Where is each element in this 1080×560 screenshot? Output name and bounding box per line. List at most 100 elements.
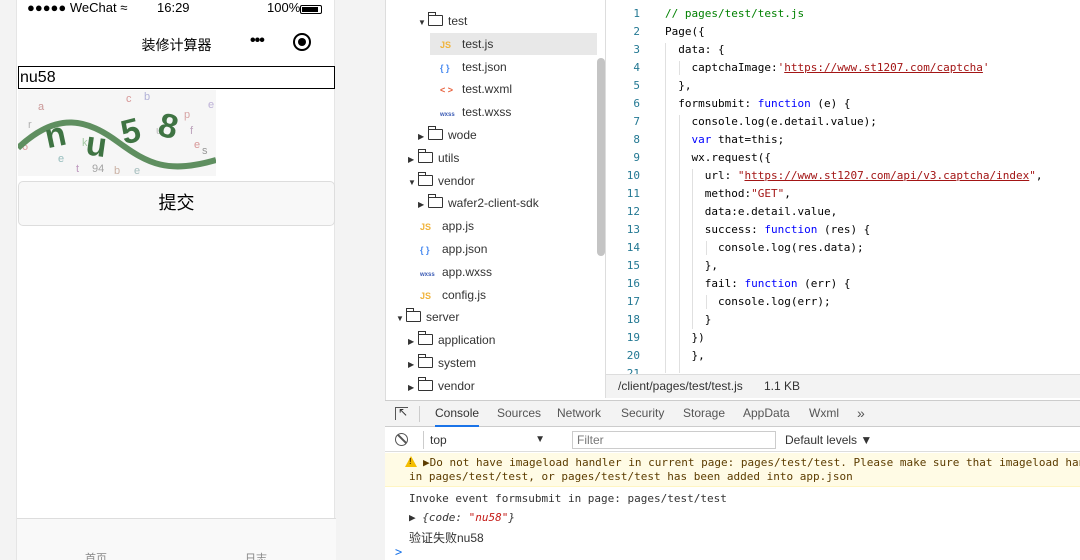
more-tabs-icon[interactable]: »	[857, 401, 865, 427]
tree-label: wafer2-client-sdk	[448, 196, 539, 210]
battery-level: 100%	[267, 0, 301, 15]
carrier-label: ●●●●● WeChat ≈	[27, 0, 128, 15]
tree-folder-utils[interactable]: ▶ utils	[408, 147, 459, 169]
tree-label: test	[448, 14, 468, 28]
code-line[interactable]: console.log(err);	[665, 295, 831, 313]
tree-folder-server[interactable]: ▼ server	[396, 306, 459, 328]
devtools-panel: Console Sources Network Security Storage…	[385, 400, 1080, 560]
tab-security[interactable]: Security	[621, 401, 664, 427]
tab-home[interactable]: 首页	[85, 550, 107, 560]
context-select[interactable]: top ▼	[423, 431, 549, 449]
clear-console-icon[interactable]	[395, 433, 408, 446]
tree-file-app-js[interactable]: JS app.js	[420, 215, 474, 237]
code-line[interactable]: },	[665, 349, 704, 367]
tab-wxml[interactable]: Wxml	[809, 401, 839, 427]
caret-right-icon: ▶	[408, 383, 415, 392]
svg-text:e: e	[194, 139, 200, 151]
code-line[interactable]: },	[665, 259, 718, 277]
tree-label: test.wxss	[462, 105, 512, 119]
tree-file-app-json[interactable]: { } app.json	[420, 238, 487, 260]
code-line[interactable]: Page({	[665, 25, 705, 43]
inspect-element-icon[interactable]	[395, 405, 408, 420]
file-size: 1.1 KB	[764, 379, 801, 393]
more-icon[interactable]: •••	[250, 32, 265, 50]
warning-text[interactable]: ▶Do not have imageload handler in curren…	[423, 456, 1080, 469]
console-prompt[interactable]: >	[395, 545, 402, 559]
tab-network[interactable]: Network	[557, 401, 601, 427]
console-toolbar: top ▼ Filter Default levels ▼	[385, 428, 1080, 452]
code-line[interactable]: var that=this;	[665, 133, 785, 151]
warning-text-cont: in pages/test/test, or pages/test/test h…	[409, 470, 853, 483]
tab-appdata[interactable]: AppData	[743, 401, 790, 427]
code-line[interactable]: success: function (res) {	[665, 223, 871, 241]
tree-label: config.js	[442, 288, 487, 302]
tree-file-config-js[interactable]: JS config.js	[420, 284, 486, 306]
code-line[interactable]: url: "https://www.st1207.com/api/v3.capt…	[665, 169, 1043, 187]
tree-folder-application[interactable]: ▶ application	[408, 329, 495, 351]
console-object[interactable]: ▶ {code: "nu58"}	[409, 511, 515, 524]
line-number: 5	[633, 79, 640, 92]
tree-scrollbar[interactable]	[597, 58, 605, 256]
tree-file-test-js[interactable]: JS test.js	[430, 33, 597, 55]
tree-folder-vendor[interactable]: ▼ vendor	[408, 170, 475, 192]
code-line[interactable]: console.log(e.detail.value);	[665, 115, 876, 133]
tree-folder-wafer2[interactable]: ▶ wafer2-client-sdk	[418, 192, 539, 214]
tree-file-test-wxml[interactable]: < > test.wxml	[440, 78, 512, 100]
tab-log[interactable]: 日志	[245, 550, 267, 560]
caret-down-icon: ▼	[418, 18, 426, 27]
tree-label: server	[426, 310, 460, 324]
line-number: 18	[626, 313, 640, 326]
tree-folder-wode[interactable]: ▶ wode	[418, 124, 477, 146]
line-number: 2	[633, 25, 640, 38]
captcha-input[interactable]: nu58	[18, 66, 335, 89]
js-file-icon: JS	[420, 291, 432, 301]
line-number: 15	[626, 259, 640, 272]
code-line[interactable]: console.log(res.data);	[665, 241, 864, 259]
svg-text:p: p	[184, 109, 190, 121]
tab-sources[interactable]: Sources	[497, 401, 541, 427]
submit-button[interactable]: 提交	[18, 181, 335, 226]
log-levels-select[interactable]: Default levels ▼	[785, 431, 872, 449]
svg-text:b: b	[114, 165, 120, 176]
code-line[interactable]: fail: function (err) {	[665, 277, 851, 295]
line-number: 8	[633, 133, 640, 146]
code-line[interactable]: })	[665, 331, 704, 349]
code-line[interactable]: data:e.detail.value,	[665, 205, 837, 223]
code-line[interactable]: captchaImage:'https://www.st1207.com/cap…	[665, 61, 989, 79]
captcha-image[interactable]: 6 r a e t k 94 b c e b u p f e e s n u 5…	[15, 90, 217, 177]
line-number: 3	[633, 43, 640, 56]
folder-open-icon	[428, 12, 443, 26]
tree-folder-vendor-server[interactable]: ▶ vendor	[408, 375, 475, 397]
line-number: 11	[626, 187, 640, 200]
line-number: 21	[626, 367, 640, 374]
svg-text:e: e	[134, 165, 140, 176]
code-line[interactable]: },	[665, 79, 691, 97]
code-line[interactable]: // pages/test/test.js	[665, 7, 804, 25]
code-line[interactable]: }	[665, 313, 712, 331]
tab-console[interactable]: Console	[435, 401, 480, 427]
warning-icon	[405, 456, 417, 467]
folder-open-icon	[418, 172, 433, 186]
code-line[interactable]: method:"GET",	[665, 187, 791, 205]
tab-storage[interactable]: Storage	[683, 401, 725, 427]
filter-input[interactable]: Filter	[572, 431, 776, 449]
folder-icon	[418, 149, 433, 163]
code-line[interactable]: wx.request({	[665, 151, 770, 169]
tree-file-test-json[interactable]: { } test.json	[440, 56, 507, 78]
tree-folder-system[interactable]: ▶ system	[408, 352, 476, 374]
folder-icon	[428, 194, 443, 208]
nav-bar: 装修计算器 •••	[17, 28, 336, 58]
caret-down-icon: ▼	[408, 178, 416, 187]
tree-file-test-wxss[interactable]: wxss test.wxss	[440, 101, 511, 123]
tree-folder-test[interactable]: ▼ test	[418, 10, 467, 32]
js-file-icon: JS	[420, 222, 432, 232]
file-tree: ▼ test JS test.js { } test.json < > test.wxm…	[385, 0, 605, 400]
line-number: 12	[626, 205, 640, 218]
code-line[interactable]: data: {	[665, 43, 724, 61]
tree-file-app-wxss[interactable]: wxss app.wxss	[420, 261, 492, 283]
code-editor[interactable]: 1 2 3 4 5 6 7 8 9 10 11 12 13 14 15 16 1…	[605, 0, 1080, 374]
folder-icon	[428, 126, 443, 140]
line-number: 13	[626, 223, 640, 236]
code-line[interactable]: formsubmit: function (e) {	[665, 97, 850, 115]
close-capsule-icon[interactable]	[293, 33, 311, 51]
